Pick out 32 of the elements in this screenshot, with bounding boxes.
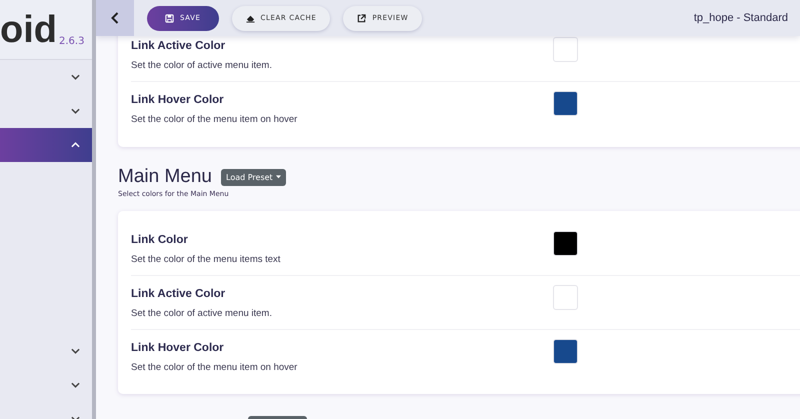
chevron-down-icon bbox=[71, 382, 80, 388]
back-button[interactable] bbox=[96, 0, 134, 36]
setting-description: Set the color of active menu item. bbox=[131, 307, 273, 321]
color-swatch[interactable] bbox=[553, 285, 578, 310]
setting-description: Set the color of the menu item on hover bbox=[131, 113, 298, 127]
section-title: Main Menu bbox=[118, 167, 212, 187]
logo-text: oid bbox=[0, 11, 57, 49]
setting-label: Link Hover Color bbox=[131, 93, 225, 108]
chevron-up-icon bbox=[71, 142, 80, 148]
eraser-icon bbox=[246, 14, 255, 22]
load-preset-button[interactable]: Load Preset bbox=[221, 168, 286, 186]
version-label: 2.6.3 bbox=[58, 36, 84, 47]
color-swatch[interactable] bbox=[553, 37, 578, 62]
color-swatch[interactable] bbox=[553, 231, 578, 256]
chevron-down-icon bbox=[71, 108, 80, 114]
setting-description: Set the color of the menu item on hover bbox=[131, 361, 298, 375]
color-swatch[interactable] bbox=[553, 91, 578, 116]
external-link-icon bbox=[357, 14, 366, 22]
sidebar-item[interactable] bbox=[0, 128, 92, 162]
floppy-icon bbox=[165, 14, 174, 22]
chevron-down-icon bbox=[71, 74, 80, 80]
caret-icon bbox=[276, 175, 281, 179]
setting-label: Link Active Color bbox=[131, 287, 226, 302]
setting-label: Link Color bbox=[131, 233, 189, 248]
setting-description: Set the color of the menu items text bbox=[131, 253, 282, 267]
setting-label: Link Active Color bbox=[131, 39, 226, 54]
template-name: tp_hope - Standard bbox=[694, 12, 788, 24]
chevron-left-icon bbox=[111, 12, 119, 24]
setting-label: Link Hover Color bbox=[131, 341, 225, 356]
setting-description: Set the color of active menu item. bbox=[131, 59, 273, 73]
chevron-down-icon bbox=[71, 348, 80, 354]
color-swatch[interactable] bbox=[553, 339, 578, 364]
